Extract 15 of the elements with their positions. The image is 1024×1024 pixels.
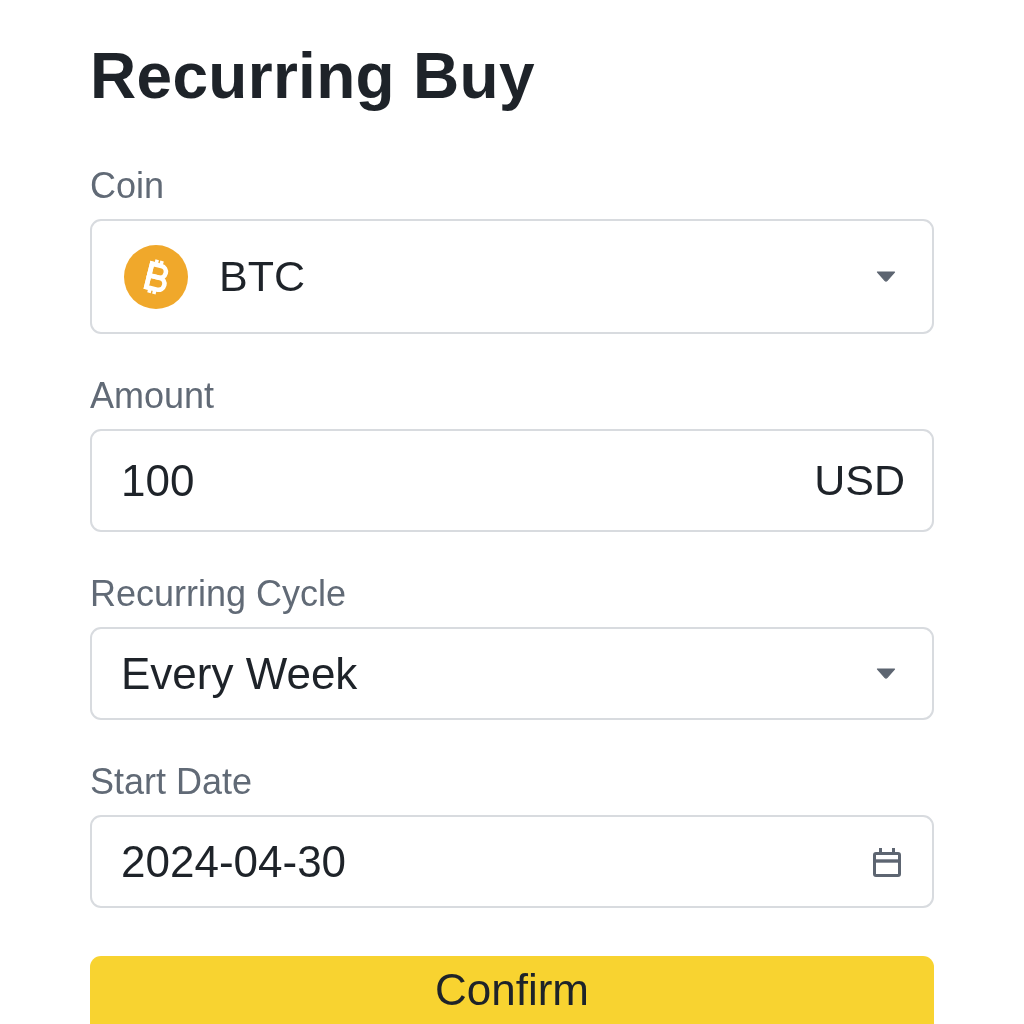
caret-icon: [876, 668, 896, 679]
caret-icon: [876, 271, 896, 282]
coin-select[interactable]: BTC: [90, 219, 934, 334]
currency-label: USD: [814, 456, 905, 505]
cycle-select[interactable]: Every Week: [90, 627, 934, 720]
field-label: Recurring Cycle: [90, 572, 347, 615]
page-title: Recurring Buy: [90, 39, 535, 114]
field-label: Coin: [90, 164, 165, 207]
confirm-button[interactable]: Confirm: [90, 956, 934, 1024]
amount-field[interactable]: 100 USD: [90, 429, 934, 532]
field-label: Start Date: [90, 760, 253, 803]
coin-icon: [124, 244, 188, 309]
field-label: Amount: [90, 374, 215, 417]
date-field[interactable]: 2024-04-30: [90, 815, 934, 908]
calendar-icon: [873, 846, 901, 877]
